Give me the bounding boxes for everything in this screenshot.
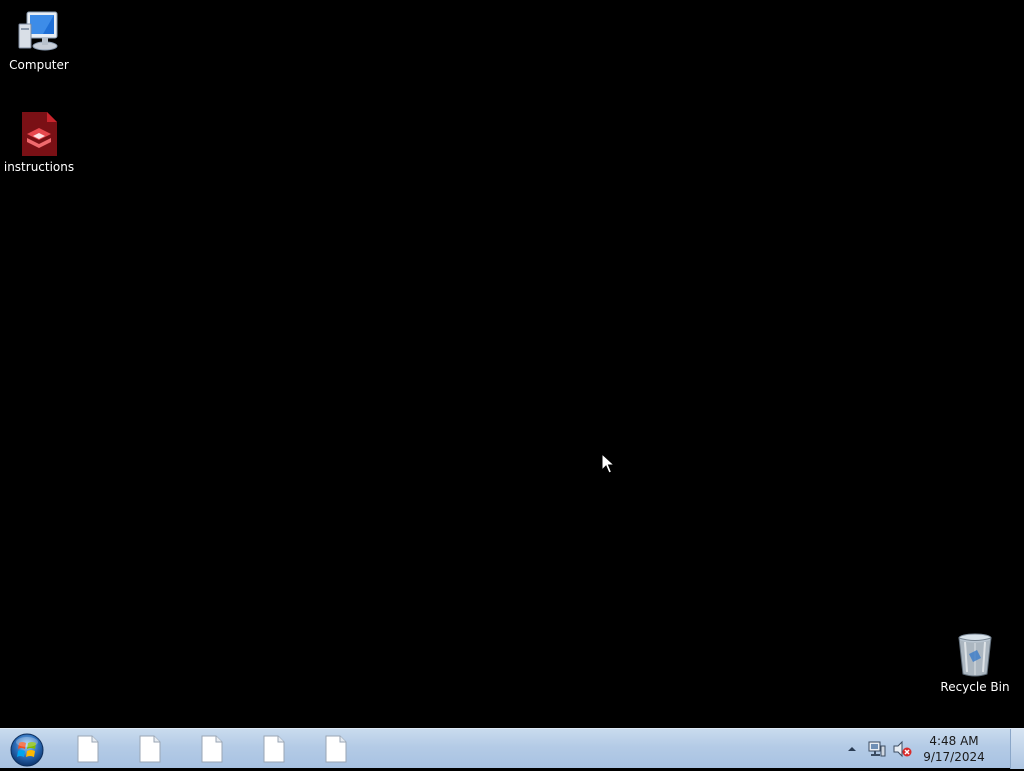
clock-time: 4:48 AM: [929, 734, 979, 748]
windows-start-orb-icon: [10, 733, 44, 767]
taskbar-item-document[interactable]: [190, 733, 234, 765]
clock-date: 9/17/2024: [923, 750, 985, 764]
blank-document-icon: [325, 735, 347, 763]
recycle-bin-icon: [958, 633, 992, 677]
desktop-icon-label: instructions: [3, 160, 75, 174]
computer-icon: [18, 11, 58, 51]
show-desktop-button[interactable]: [1010, 729, 1024, 769]
pdf-document-icon: [22, 112, 57, 156]
taskbar: 4:48 AM 9/17/2024: [0, 728, 1024, 769]
notification-area: 4:48 AM 9/17/2024: [846, 729, 1006, 769]
blank-document-icon: [201, 735, 223, 763]
mouse-pointer-icon: [601, 453, 615, 474]
network-icon[interactable]: [868, 740, 886, 758]
clock[interactable]: 4:48 AM 9/17/2024: [918, 733, 990, 765]
volume-muted-icon[interactable]: [892, 740, 912, 758]
show-hidden-icons-arrow-icon[interactable]: [846, 744, 858, 754]
taskbar-item-document[interactable]: [252, 733, 296, 765]
start-button[interactable]: [6, 731, 48, 767]
desktop-icon-recycle-bin[interactable]: Recycle Bin: [937, 630, 1013, 694]
blank-document-icon: [77, 735, 99, 763]
blank-document-icon: [139, 735, 161, 763]
taskbar-item-document[interactable]: [66, 733, 110, 765]
blank-document-icon: [263, 735, 285, 763]
desktop-icon-instructions[interactable]: instructions: [1, 110, 77, 174]
desktop-icon-computer[interactable]: Computer: [1, 8, 77, 72]
desktop[interactable]: Computer instructions Recycle Bin: [0, 0, 1024, 728]
desktop-icon-label: Recycle Bin: [940, 680, 1010, 694]
taskbar-item-document[interactable]: [128, 733, 172, 765]
desktop-icon-label: Computer: [9, 58, 69, 72]
taskbar-item-document[interactable]: [314, 733, 358, 765]
